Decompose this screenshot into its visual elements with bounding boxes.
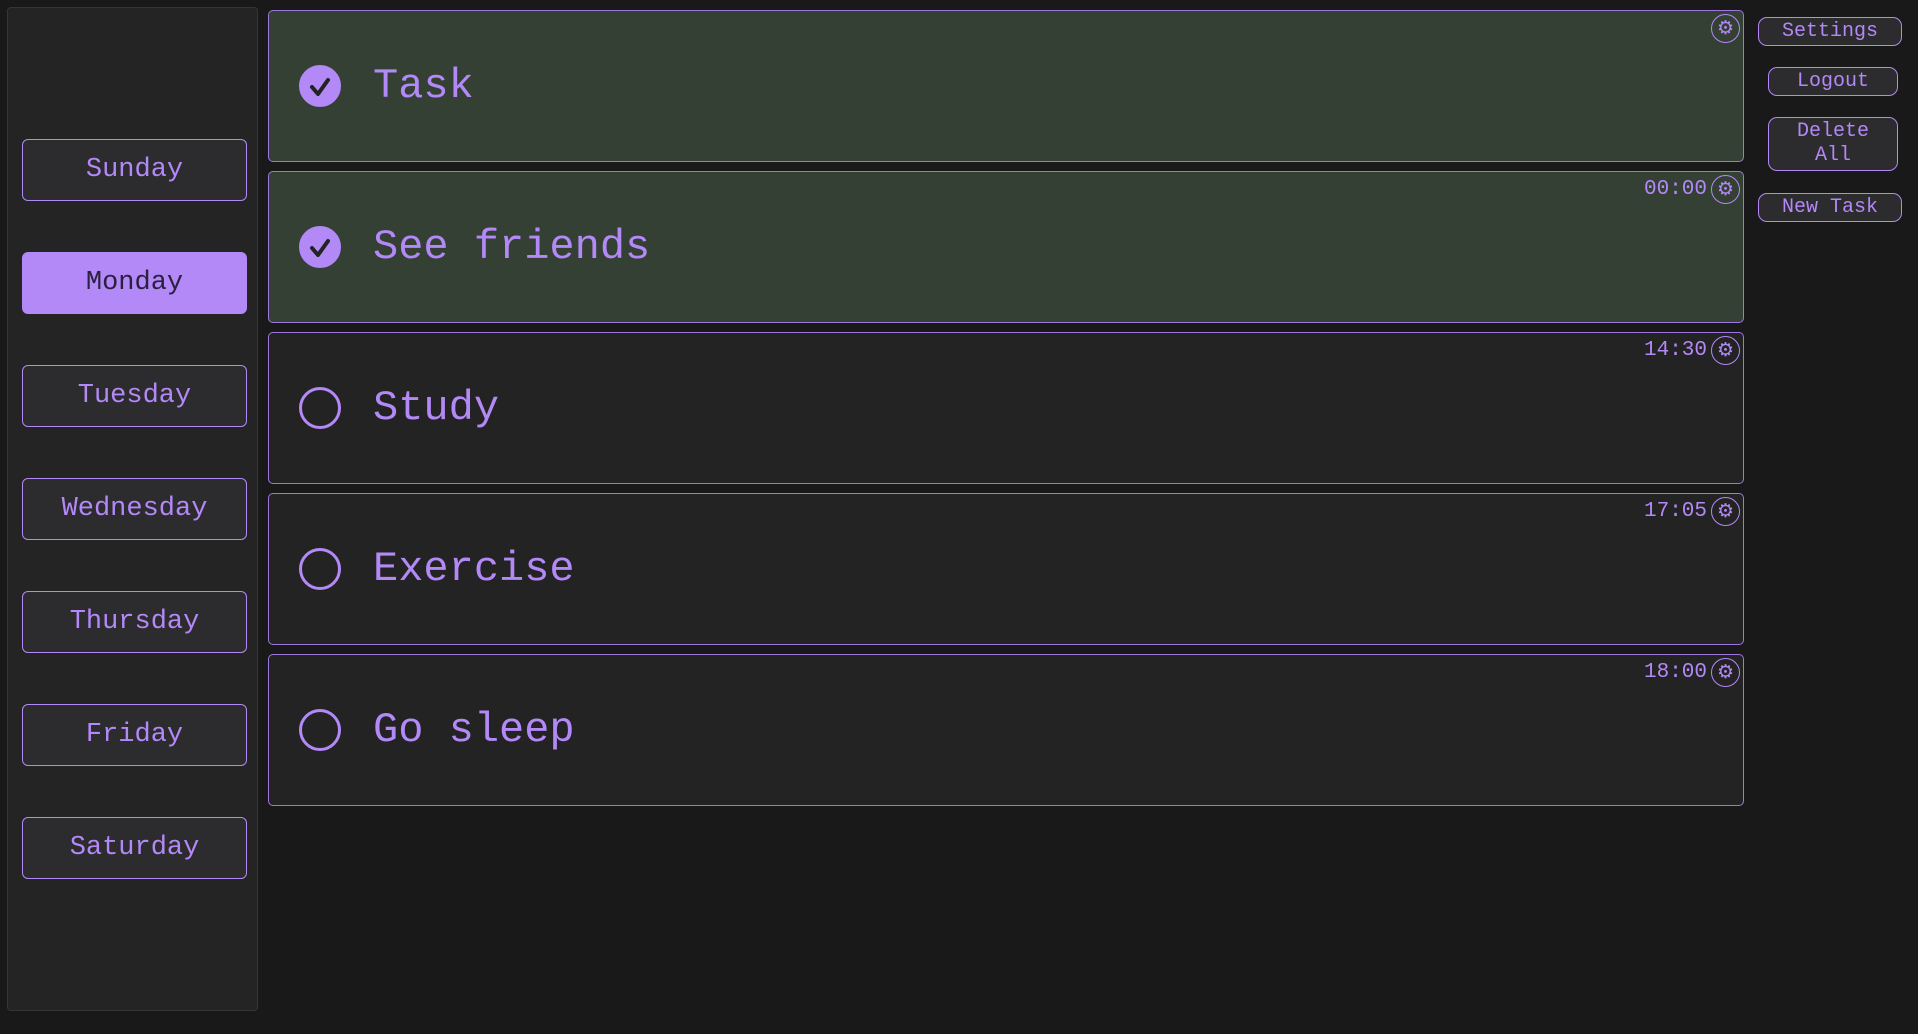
day-sidebar: Sunday Monday Tuesday Wednesday Thursday… xyxy=(7,7,258,1011)
task-card: Go sleep 18:00 ⚙ xyxy=(268,654,1744,806)
logout-button[interactable]: Logout xyxy=(1768,67,1898,96)
check-circle-icon[interactable] xyxy=(299,226,341,268)
gear-icon[interactable]: ⚙ xyxy=(1711,14,1740,43)
day-button-friday[interactable]: Friday xyxy=(22,704,247,766)
day-button-thursday[interactable]: Thursday xyxy=(22,591,247,653)
task-time: 17:05 xyxy=(1643,500,1707,523)
task-card: Exercise 17:05 ⚙ xyxy=(268,493,1744,645)
delete-all-button[interactable]: Delete All xyxy=(1768,117,1898,171)
task-title: Exercise xyxy=(373,545,575,593)
task-title: Study xyxy=(373,384,500,432)
gear-icon[interactable]: ⚙ xyxy=(1711,497,1740,526)
task-time: 14:30 xyxy=(1643,339,1707,362)
day-button-saturday[interactable]: Saturday xyxy=(22,817,247,879)
gear-icon[interactable]: ⚙ xyxy=(1711,336,1740,365)
day-button-tuesday[interactable]: Tuesday xyxy=(22,365,247,427)
task-card: See friends 00:00 ⚙ xyxy=(268,171,1744,323)
task-title: Go sleep xyxy=(373,706,575,754)
day-button-monday[interactable]: Monday xyxy=(22,252,247,314)
empty-circle-icon[interactable] xyxy=(299,548,341,590)
task-card: Task ⚙ xyxy=(268,10,1744,162)
task-title: Task xyxy=(373,62,474,110)
empty-circle-icon[interactable] xyxy=(299,387,341,429)
task-time: 18:00 xyxy=(1643,661,1707,684)
new-task-button[interactable]: New Task xyxy=(1758,193,1902,222)
gear-icon[interactable]: ⚙ xyxy=(1711,658,1740,687)
check-circle-icon[interactable] xyxy=(299,65,341,107)
day-button-sunday[interactable]: Sunday xyxy=(22,139,247,201)
gear-icon[interactable]: ⚙ xyxy=(1711,175,1740,204)
day-button-wednesday[interactable]: Wednesday xyxy=(22,478,247,540)
settings-button[interactable]: Settings xyxy=(1758,17,1902,46)
task-card: Study 14:30 ⚙ xyxy=(268,332,1744,484)
task-time: 00:00 xyxy=(1643,178,1707,201)
empty-circle-icon[interactable] xyxy=(299,709,341,751)
task-title: See friends xyxy=(373,223,651,271)
